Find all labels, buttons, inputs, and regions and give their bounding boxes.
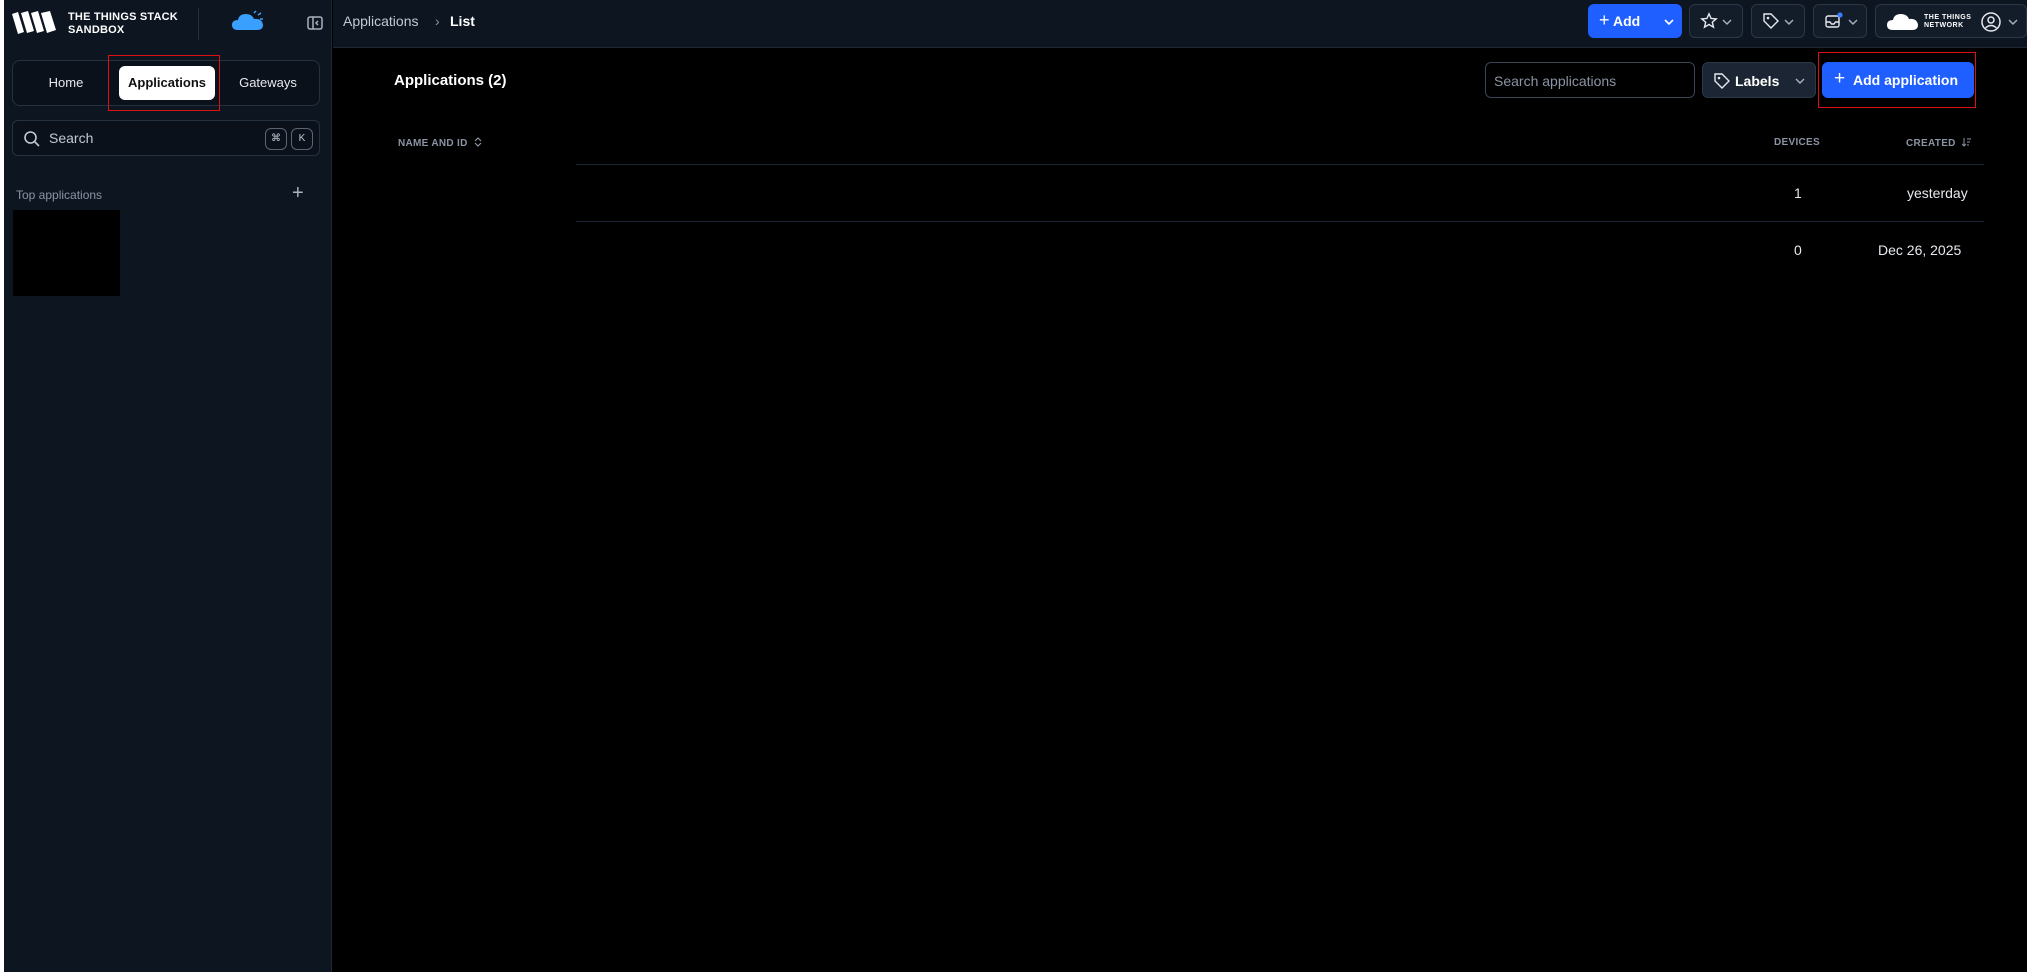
tag-icon xyxy=(1763,13,1779,29)
plus-icon: + xyxy=(1599,10,1610,30)
labels-filter-label: Labels xyxy=(1735,73,1780,89)
column-header-name-label: NAME AND ID xyxy=(398,138,468,149)
cloud-icon xyxy=(232,10,263,30)
ttn-logo-text: THE THINGS NETWORK xyxy=(1924,14,1972,29)
row-created-cell: Dec 26, 2025 xyxy=(1878,242,1962,258)
column-header-created[interactable]: CREATED xyxy=(1906,137,1971,149)
add-application-label: Add application xyxy=(1853,72,1958,88)
user-circle-icon xyxy=(1981,12,2001,32)
chevron-down-icon xyxy=(1848,19,1858,25)
sidebar-search-placeholder: Search xyxy=(49,130,94,146)
sidebar: THE THINGS STACK SANDBOX Home Applicatio… xyxy=(4,0,332,972)
table-header-divider xyxy=(576,164,1984,165)
account-menu-button[interactable]: THE THINGS NETWORK xyxy=(1875,4,2027,38)
top-header: Applications › List + Add THE THINGS NET… xyxy=(333,0,2027,48)
tab-applications[interactable]: Applications xyxy=(119,66,215,100)
header-add-button[interactable]: + Add xyxy=(1588,4,1682,38)
search-icon xyxy=(24,131,40,147)
breadcrumb-separator: › xyxy=(435,13,440,29)
tts-logo-icon[interactable] xyxy=(10,10,58,36)
labels-filter-button[interactable]: Labels xyxy=(1702,62,1816,98)
brand-name: THE THINGS STACK SANDBOX xyxy=(68,11,178,37)
tab-gateways[interactable]: Gateways xyxy=(221,66,315,100)
breadcrumb-applications[interactable]: Applications xyxy=(343,13,419,29)
chevron-down-icon xyxy=(1795,78,1805,84)
sidebar-search-input[interactable]: Search ⌘ K xyxy=(12,120,320,156)
row-devices-cell: 0 xyxy=(1794,242,1802,258)
row-created-cell: yesterday xyxy=(1907,185,1968,201)
column-header-name[interactable]: NAME AND ID xyxy=(398,137,482,149)
top-applications-label: Top applications xyxy=(16,188,103,202)
brand-divider xyxy=(198,8,199,40)
brand-line-2: SANDBOX xyxy=(68,24,125,36)
sidebar-collapse-icon[interactable] xyxy=(306,14,324,32)
labels-menu-button[interactable] xyxy=(1751,4,1805,38)
star-icon xyxy=(1700,12,1718,29)
ttn-cloud-logo-icon xyxy=(1887,14,1918,30)
chevron-down-icon xyxy=(1664,19,1674,26)
top-application-item[interactable] xyxy=(13,210,120,296)
bookmarks-button[interactable] xyxy=(1689,4,1743,38)
brand-line-1: THE THINGS STACK xyxy=(68,11,178,23)
row-devices-cell: 1 xyxy=(1794,185,1802,201)
add-top-application-button[interactable]: + xyxy=(292,183,304,203)
header-add-label: Add xyxy=(1613,13,1641,29)
shortcut-cmd-key: ⌘ xyxy=(265,128,287,150)
brand-row: THE THINGS STACK SANDBOX xyxy=(10,8,328,40)
add-application-button[interactable]: + Add application xyxy=(1822,62,1974,98)
plus-icon: + xyxy=(1834,68,1846,89)
sort-icon xyxy=(474,137,482,147)
main-nav-tabs: Home Applications Gateways xyxy=(12,60,320,106)
table-row[interactable] xyxy=(576,166,1984,222)
page-title: Applications (2) xyxy=(394,72,507,89)
table-row[interactable] xyxy=(576,223,1984,279)
notifications-button[interactable] xyxy=(1813,4,1867,38)
row-divider xyxy=(576,221,1984,222)
tab-home[interactable]: Home xyxy=(19,66,113,100)
column-header-created-label: CREATED xyxy=(1906,138,1956,149)
applications-search-input[interactable]: Search applications xyxy=(1485,62,1695,98)
breadcrumb-list: List xyxy=(450,13,475,29)
sort-descending-icon xyxy=(1961,138,1971,147)
applications-search-placeholder: Search applications xyxy=(1494,73,1617,89)
inbox-icon xyxy=(1825,12,1843,28)
app-window: THE THINGS STACK SANDBOX Home Applicatio… xyxy=(4,0,2027,972)
column-header-devices: DEVICES xyxy=(1774,137,1821,148)
shortcut-k-key: K xyxy=(291,128,313,150)
tag-icon xyxy=(1714,73,1730,89)
chevron-down-icon xyxy=(2008,19,2018,25)
chevron-down-icon xyxy=(1784,19,1794,25)
chevron-down-icon xyxy=(1722,19,1732,25)
